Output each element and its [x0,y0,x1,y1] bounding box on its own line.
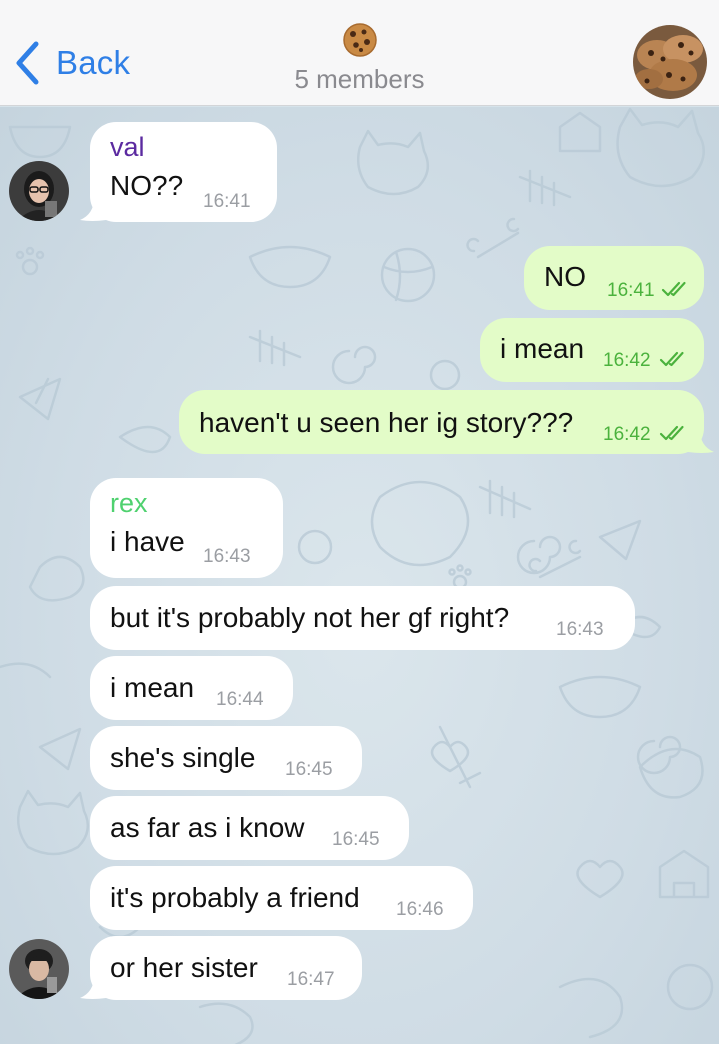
message-time: 16:43 [556,619,604,640]
message-bubble[interactable]: rex i have 16:43 [90,478,283,578]
message-text: NO?? [110,170,184,201]
message-bubble[interactable]: i mean 16:42 [480,318,704,382]
message-time: 16:42 [603,424,651,445]
message-bubble[interactable]: val NO?? 16:41 [90,122,277,222]
message-bubble[interactable]: or her sister 16:47 [90,936,362,1000]
message-bubble[interactable]: i mean 16:44 [90,656,293,720]
read-ticks-icon [661,281,686,297]
message-text: NO [544,261,586,292]
message-text: but it's probably not her gf right? [110,602,510,633]
message-time: 16:43 [203,546,251,567]
members-count[interactable]: 5 members [0,64,719,95]
message-bubble[interactable]: as far as i know 16:45 [90,796,409,860]
message-text: she's single [110,742,256,773]
avatar-rex[interactable] [9,939,69,999]
message-text: it's probably a friend [110,882,360,913]
message-text: haven't u seen her ig story??? [199,407,574,438]
message-time: 16:42 [603,350,651,371]
message-text: as far as i know [110,812,305,843]
chat-header: Back 5 members [0,0,719,106]
cookie-icon[interactable] [342,22,378,58]
message-bubble[interactable]: haven't u seen her ig story??? 16:42 [179,390,704,454]
message-bubble[interactable]: but it's probably not her gf right? 16:4… [90,586,635,650]
sender-name: rex [110,488,148,518]
message-bubble[interactable]: it's probably a friend 16:46 [90,866,473,930]
message-text: i have [110,526,185,557]
message-bubble[interactable]: she's single 16:45 [90,726,362,790]
message-text: i mean [110,672,195,703]
message-time: 16:45 [285,759,333,780]
user-photo-icon [9,939,69,999]
message-text: or her sister [110,952,258,983]
avatar-val[interactable] [9,161,69,221]
group-avatar[interactable] [633,25,707,99]
message-time: 16:44 [216,689,264,710]
sender-name: val [110,132,145,162]
message-text: i mean [500,333,585,364]
message-time: 16:45 [332,829,380,850]
message-time: 16:41 [203,191,251,212]
user-photo-icon [9,161,69,221]
message-time: 16:47 [287,969,335,990]
message-time: 16:46 [396,899,444,920]
read-ticks-icon [659,425,684,441]
cookies-photo-icon [633,25,707,99]
message-bubble[interactable]: NO 16:41 [524,246,704,310]
message-time: 16:41 [607,280,655,301]
read-ticks-icon [659,351,684,367]
